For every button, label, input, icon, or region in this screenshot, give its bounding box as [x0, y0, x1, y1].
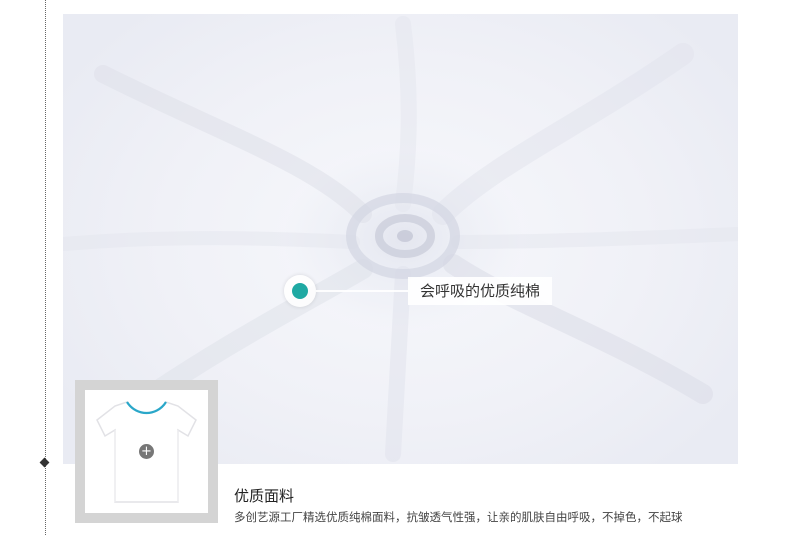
timeline-line — [45, 0, 46, 535]
thumbnail-image: + — [85, 390, 208, 513]
timeline-diamond-icon — [39, 457, 50, 468]
product-thumbnail[interactable]: + — [75, 380, 218, 523]
hotspot-connector-line — [316, 290, 408, 292]
caption-description: 多创艺源工厂精选优质纯棉面料，抗皱透气性强，让亲的肌肤自由呼吸，不掉色，不起球 — [234, 510, 683, 524]
hotspot-dot-icon — [292, 283, 308, 299]
product-detail-section: 会呼吸的优质纯棉 + 优质面料 多创艺源工厂精选优质纯棉面料，抗皱透气性强，让亲… — [0, 0, 790, 535]
caption-title: 优质面料 — [234, 487, 295, 505]
hotspot-label: 会呼吸的优质纯棉 — [408, 277, 553, 305]
plus-icon[interactable]: + — [139, 444, 154, 459]
fabric-hotspot[interactable] — [284, 275, 316, 307]
